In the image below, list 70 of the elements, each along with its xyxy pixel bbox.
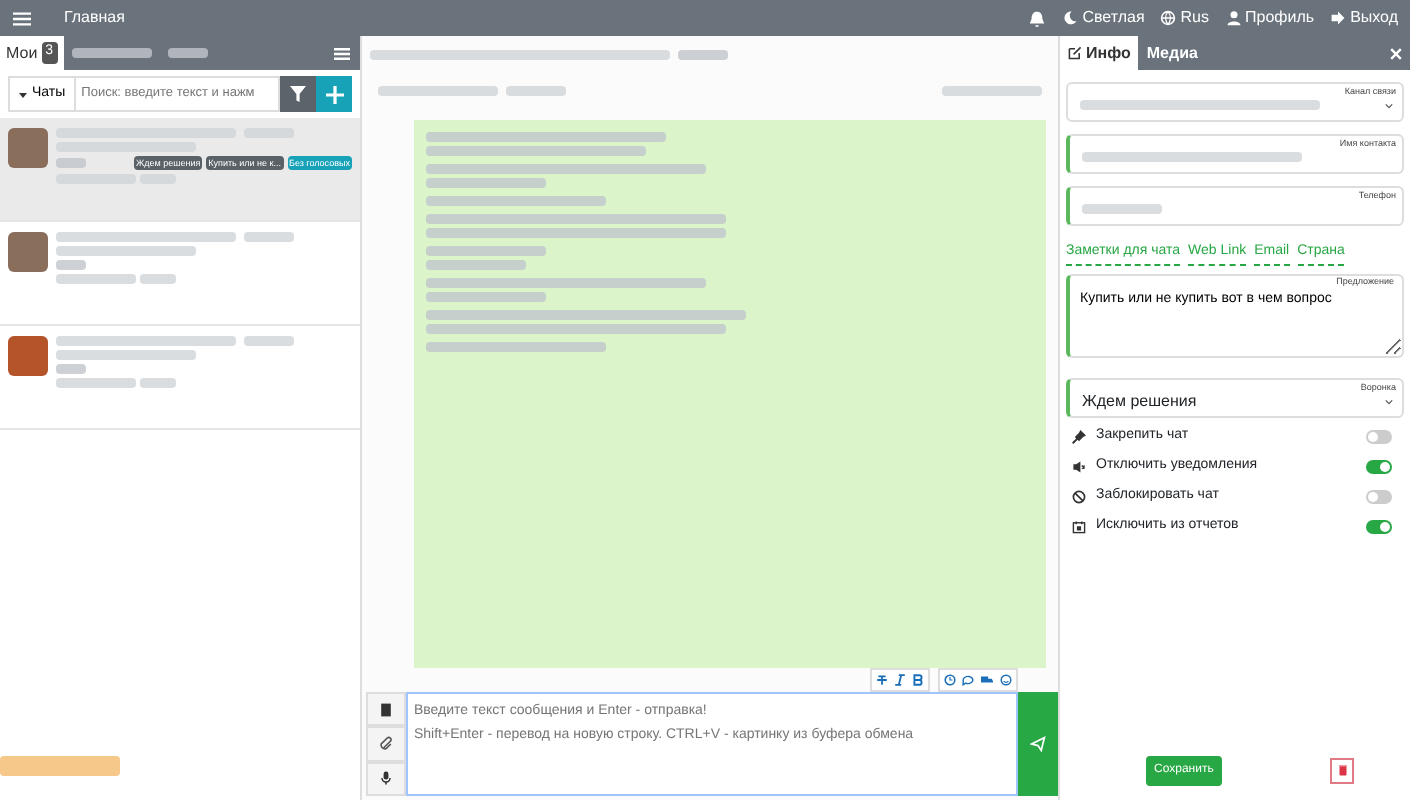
toggle-switch[interactable] <box>1366 429 1392 443</box>
menu-icon[interactable] <box>334 45 350 61</box>
exit-icon <box>1330 10 1347 26</box>
blurred-text <box>56 378 136 388</box>
chevron-icon <box>1384 397 1394 405</box>
toggle-switch[interactable] <box>1366 489 1392 503</box>
avatar-placeholder <box>8 336 48 376</box>
nav-link[interactable]: Выход <box>1330 6 1398 30</box>
blurred-text <box>426 178 546 188</box>
strikethrough-icon[interactable] <box>876 674 888 686</box>
chevron-icon <box>1384 102 1394 110</box>
avatar-placeholder <box>8 128 48 168</box>
edit-icon <box>1068 46 1082 60</box>
blurred-text <box>378 85 498 95</box>
page-title: Главная <box>64 6 125 30</box>
blurred-text <box>244 336 294 346</box>
smiley-icon[interactable] <box>1000 674 1012 686</box>
close-icon <box>1390 47 1402 59</box>
truck-icon[interactable] <box>980 674 994 686</box>
delete-button[interactable] <box>1330 757 1354 783</box>
blurred-text <box>56 260 86 270</box>
italic-icon[interactable] <box>894 674 906 686</box>
blurred-text <box>426 292 546 302</box>
blurred-text <box>167 48 208 58</box>
blurred-text <box>1082 204 1162 214</box>
blurred-text <box>56 158 86 169</box>
menu-icon[interactable] <box>12 9 32 27</box>
globe-icon <box>1160 10 1177 26</box>
trash-icon <box>1337 764 1347 776</box>
blurred-text <box>506 85 566 95</box>
toggle-switch[interactable] <box>1366 519 1392 533</box>
bell-icon[interactable] <box>1028 9 1047 27</box>
blurred-text <box>942 85 1042 95</box>
blurred-text <box>426 260 526 270</box>
blurred-notice <box>0 756 120 776</box>
bold-icon[interactable] <box>912 674 924 686</box>
caret-down-icon <box>18 89 28 99</box>
blurred-text <box>678 49 728 59</box>
user-icon <box>1225 10 1242 26</box>
send-icon <box>1030 736 1046 752</box>
blurred-text <box>140 274 176 284</box>
block-icon <box>1072 489 1086 503</box>
add-button[interactable] <box>316 76 352 112</box>
clock-icon[interactable] <box>944 674 956 686</box>
book-icon[interactable] <box>378 701 394 718</box>
toggle-switch[interactable] <box>1366 459 1392 473</box>
blurred-text <box>71 48 152 58</box>
blurred-text <box>426 246 546 256</box>
filter-icon <box>290 86 306 102</box>
avatar-placeholder <box>8 232 48 272</box>
blurred-text <box>56 274 136 284</box>
blurred-text <box>140 378 176 388</box>
filter-button[interactable] <box>280 76 316 112</box>
panel-tab[interactable]: Медиа <box>1138 36 1206 70</box>
close-button[interactable] <box>1390 47 1402 59</box>
moon-icon <box>1062 10 1079 26</box>
calendar-icon <box>1072 519 1086 533</box>
paperclip-icon[interactable] <box>378 735 394 752</box>
blurred-text <box>244 232 294 242</box>
nav-link[interactable]: Rus <box>1160 6 1210 30</box>
nav-link[interactable]: Светлая <box>1062 6 1145 30</box>
plus-icon <box>325 85 343 103</box>
speaker-muted-icon <box>1072 459 1086 473</box>
blurred-text <box>56 246 196 256</box>
pin-icon <box>1072 429 1086 443</box>
nav-link[interactable]: Профиль <box>1225 6 1315 30</box>
microphone-icon[interactable] <box>378 770 394 787</box>
blurred-text <box>56 350 196 360</box>
speech-bubble-icon[interactable] <box>962 674 974 686</box>
blurred-text <box>56 364 86 374</box>
